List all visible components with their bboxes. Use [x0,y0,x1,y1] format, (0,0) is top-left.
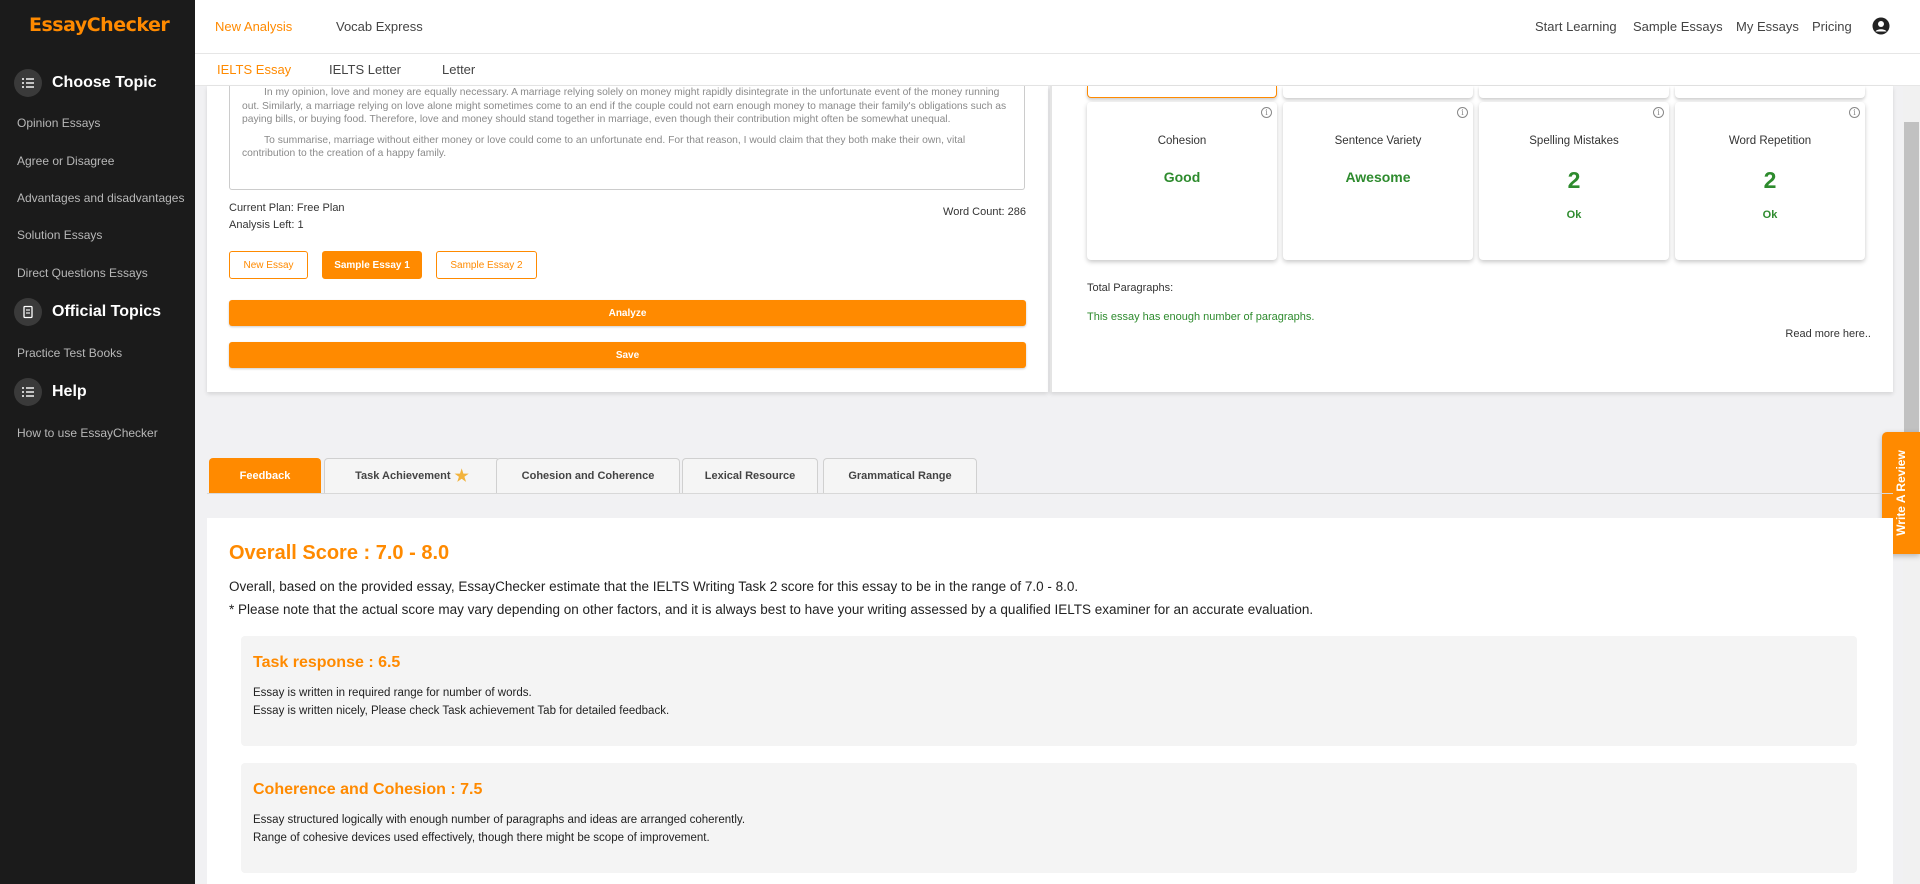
info-icon[interactable]: i [1849,107,1860,118]
card-value: Awesome [1345,169,1411,185]
save-button[interactable]: Save [229,342,1026,368]
stat-card-word-repetition: i Word Repetition 2 Ok [1675,102,1865,260]
overall-description: Overall, based on the provided essay, Es… [229,579,1079,594]
card-title: Sentence Variety [1334,135,1422,147]
card-value: 2 [1763,167,1777,193]
section-title: Task response : 6.5 [253,654,401,671]
tab-ielts-essay[interactable]: IELTS Essay [217,62,291,77]
new-essay-button[interactable]: New Essay [229,251,308,279]
card-partial [1479,86,1669,98]
tab-letter[interactable]: Letter [442,62,475,77]
scrollbar-thumb[interactable] [1904,122,1919,482]
sidebar-item-advantages[interactable]: Advantages and disadvantages [17,191,184,205]
sample-essay-1-button[interactable]: Sample Essay 1 [322,251,422,279]
nav-start-learning[interactable]: Start Learning [1535,19,1617,34]
section-line: Essay structured logically with enough n… [253,814,746,826]
read-more-link[interactable]: Read more here.. [1785,328,1871,340]
section-title: Choose Topic [52,74,157,91]
top-navbar: New Analysis Vocab Express Start Learnin… [195,0,1920,54]
analysis-left: Analysis Left: 1 [229,219,304,231]
paragraphs-message: This essay has enough number of paragrap… [1087,311,1315,323]
nav-my-essays[interactable]: My Essays [1736,19,1799,34]
sidebar-item-opinion-essays[interactable]: Opinion Essays [17,116,100,130]
stat-card-spelling-mistakes: i Spelling Mistakes 2 Ok [1479,102,1669,260]
card-partial [1675,86,1865,98]
total-paragraphs-label: Total Paragraphs: [1087,282,1174,294]
coherence-cohesion-box: Coherence and Cohesion : 7.5 Essay struc… [241,763,1857,873]
tab-label: Feedback [239,470,291,482]
card-title: Cohesion [1157,135,1207,147]
card-partial [1283,86,1473,98]
stat-card-cohesion: i Cohesion Good [1087,102,1277,260]
card-title: Word Repetition [1728,135,1812,147]
sidebar-item-practice-test-books[interactable]: Practice Test Books [17,346,122,360]
stats-panel: i Cohesion Good i Sentence Variety Aweso… [1050,86,1893,392]
analyze-button[interactable]: Analyze [229,300,1026,326]
overall-disclaimer: * Please note that the actual score may … [229,602,1314,617]
info-icon[interactable]: i [1261,107,1272,118]
nav-new-analysis[interactable]: New Analysis [215,19,292,34]
card-status: Ok [1566,209,1582,221]
current-plan: Current Plan: Free Plan [229,202,345,214]
list-icon [14,69,42,97]
feedback-tabs: Feedback Task Achievement ★ Cohesion and… [207,458,1893,494]
write-review-label: Write A Review [1894,450,1908,536]
nav-sample-essays[interactable]: Sample Essays [1633,19,1723,34]
overall-score-title: Overall Score : 7.0 - 8.0 [229,542,450,564]
tab-label: Task Achievement [355,470,451,482]
info-icon[interactable]: i [1457,107,1468,118]
logo[interactable]: EssayChecker [29,14,170,36]
section-help: Help [14,378,87,406]
sidebar-item-agree-disagree[interactable]: Agree or Disagree [17,154,114,168]
section-choose-topic: Choose Topic [14,69,157,97]
task-response-box: Task response : 6.5 Essay is written in … [241,636,1857,746]
editor-panel: In my opinion, love and money are equall… [207,86,1048,392]
sidebar-item-solution-essays[interactable]: Solution Essays [17,228,102,242]
tab-label: Grammatical Range [848,470,952,482]
card-status: Ok [1762,209,1778,221]
card-title: Spelling Mistakes [1529,135,1619,147]
tab-cohesion-coherence[interactable]: Cohesion and Coherence [496,458,680,493]
card-value: Good [1163,169,1201,185]
stat-card-sentence-variety: i Sentence Variety Awesome [1283,102,1473,260]
section-line: Essay is written nicely, Please check Ta… [253,705,670,717]
tab-task-achievement[interactable]: Task Achievement ★ [324,458,500,493]
card-partial [1087,86,1277,98]
book-icon [14,298,42,326]
essay-textarea[interactable]: In my opinion, love and money are equall… [229,86,1025,190]
essay-paragraph: In my opinion, love and money are equall… [242,87,1007,125]
nav-vocab-express[interactable]: Vocab Express [336,19,423,34]
section-line: Essay is written in required range for n… [253,687,532,699]
tab-label: Cohesion and Coherence [521,470,655,482]
star-icon: ★ [454,468,469,485]
feedback-panel: Overall Score : 7.0 - 8.0 Overall, based… [207,518,1893,884]
tab-feedback[interactable]: Feedback [209,458,321,493]
user-circle-icon[interactable] [1872,17,1890,35]
section-title: Help [52,383,87,400]
card-value: 2 [1567,167,1581,193]
sidebar: EssayChecker Choose Topic Opinion Essays… [0,0,195,884]
word-count: Word Count: 286 [943,206,1026,218]
tab-grammatical-range[interactable]: Grammatical Range [823,458,977,493]
tab-lexical-resource[interactable]: Lexical Resource [682,458,818,493]
tab-label: Lexical Resource [704,470,796,482]
list-icon [14,378,42,406]
info-icon[interactable]: i [1653,107,1664,118]
plan-info: Current Plan: Free Plan Analysis Left: 1 [229,200,345,234]
section-title: Coherence and Cohesion : 7.5 [253,781,483,798]
section-line: Range of cohesive devices used effective… [253,832,710,844]
essay-paragraph: To summarise, marriage without either mo… [242,134,966,160]
sample-essay-2-button[interactable]: Sample Essay 2 [436,251,537,279]
section-title: Official Topics [52,303,162,320]
section-official-topics: Official Topics [14,298,161,326]
nav-pricing[interactable]: Pricing [1812,19,1852,34]
tab-ielts-letter[interactable]: IELTS Letter [329,62,401,77]
sub-navbar: IELTS Essay IELTS Letter Letter [195,54,1920,86]
sidebar-item-how-to-use[interactable]: How to use EssayChecker [17,426,158,440]
sidebar-item-direct-questions[interactable]: Direct Questions Essays [17,266,148,280]
